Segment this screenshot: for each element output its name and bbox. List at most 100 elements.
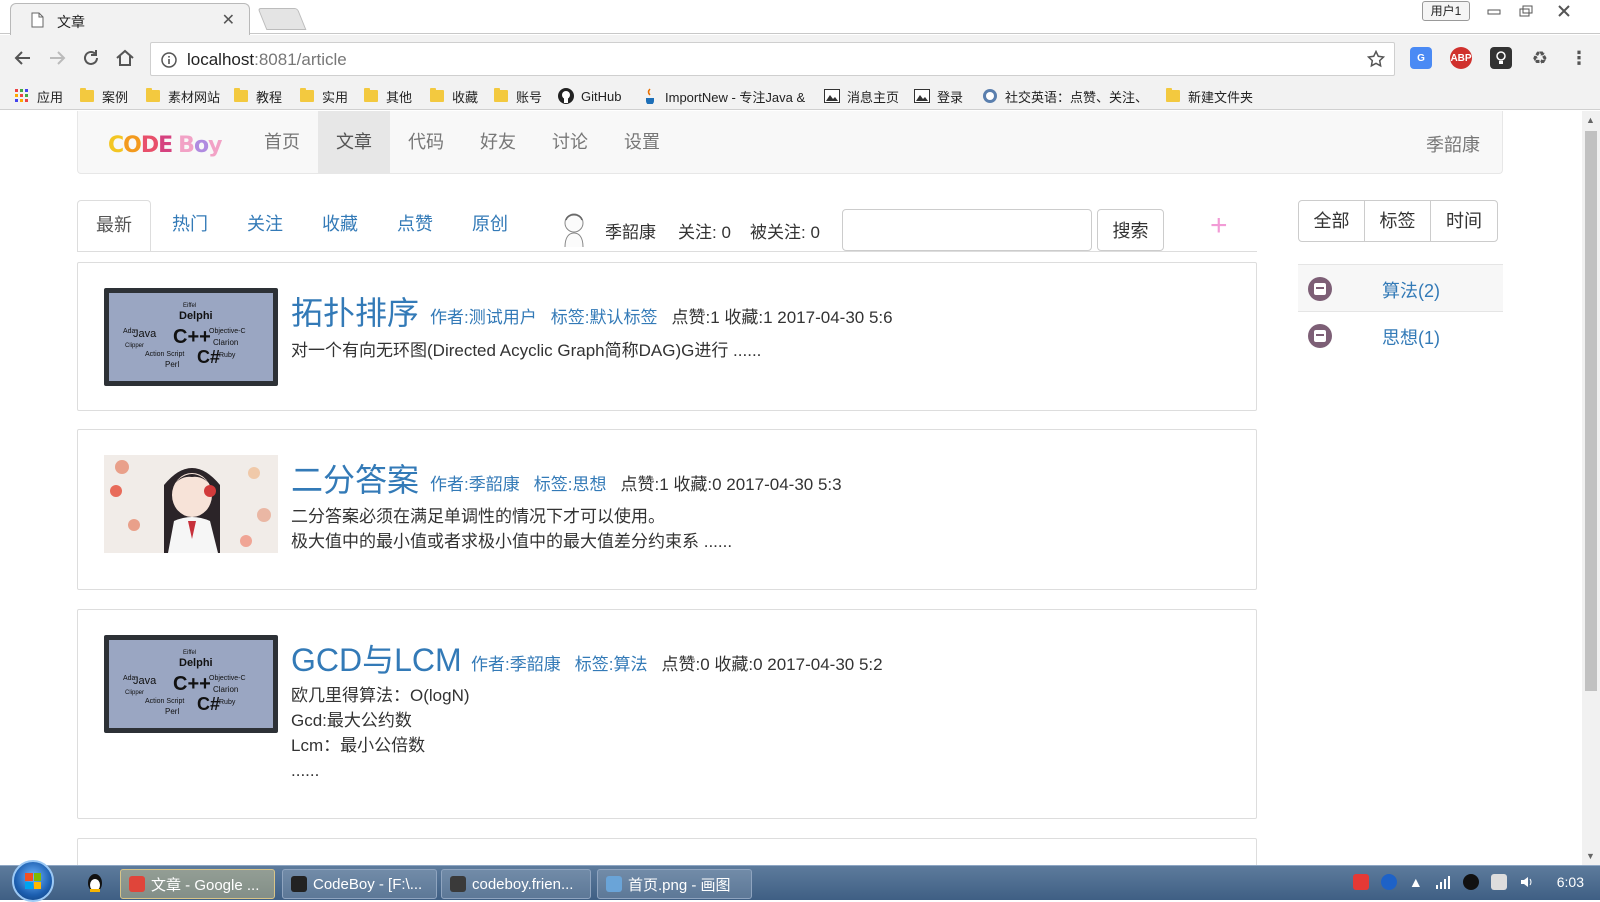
article-title[interactable]: 拓扑排序 <box>291 288 419 334</box>
followers-count[interactable]: 被关注: 0 <box>750 218 820 243</box>
page-content: CODE Boy 首页 文章 代码 好友 讨论 设置 季韶康 最新 热门 关注 收藏 点赞 原创 季… <box>0 111 1582 865</box>
language-wordcloud-image: Delphi Java C++ C# Objective-C Clarion Ruby Ada… <box>109 640 273 728</box>
url-text[interactable]: localhost:8081/article <box>187 50 347 70</box>
usb-device-icon[interactable] <box>1490 874 1507 890</box>
search-input[interactable] <box>842 209 1092 251</box>
article-tag[interactable]: 标签:思想 <box>534 475 607 494</box>
article-author[interactable]: 作者:季韶康 <box>471 655 561 674</box>
bookmark-star-icon[interactable] <box>1367 50 1385 68</box>
help-icon[interactable] <box>1380 874 1397 890</box>
nav-item[interactable]: 首页 <box>246 111 318 173</box>
article-card[interactable] <box>77 838 1257 865</box>
taskbar-item[interactable]: 首页.png - 画图 <box>597 869 752 899</box>
start-button[interactable] <box>12 860 54 902</box>
recycle-extension-icon[interactable]: ♻ <box>1529 47 1551 69</box>
back-icon[interactable] <box>12 47 34 69</box>
forward-icon[interactable] <box>46 47 68 69</box>
subtab-item[interactable]: 热门 <box>154 200 226 252</box>
nav-item[interactable]: 好友 <box>462 111 534 173</box>
search-button[interactable]: 搜索 <box>1097 209 1164 251</box>
article-author[interactable]: 作者:测试用户 <box>430 308 537 327</box>
bookmark-item[interactable]: 收藏 <box>430 86 478 106</box>
bookmark-item[interactable]: 消息主页 <box>824 86 899 106</box>
tag-item[interactable]: 算法(2) <box>1298 264 1503 311</box>
taskbar-item[interactable]: CodeBoy - [F:\... <box>282 869 437 899</box>
volume-icon[interactable] <box>1519 874 1535 890</box>
minimize-button[interactable] <box>1478 0 1510 22</box>
bookmark-item[interactable]: 素材网站 <box>146 86 220 106</box>
filter-button[interactable]: 标签 <box>1365 201 1431 241</box>
nav-user-name[interactable]: 季韶康 <box>1426 131 1480 157</box>
article-tag[interactable]: 标签:默认标签 <box>551 308 658 327</box>
nav-item[interactable]: 文章 <box>318 111 390 173</box>
taskbar-item[interactable]: codeboy.frien... <box>441 869 591 899</box>
filter-button[interactable]: 时间 <box>1431 201 1497 241</box>
subtab-item[interactable]: 最新 <box>77 200 151 252</box>
tab-close-icon[interactable]: ✕ <box>222 10 235 30</box>
info-icon[interactable] <box>161 52 177 68</box>
restore-button[interactable] <box>1510 0 1542 22</box>
page-scrollbar[interactable]: ▲ ▼ <box>1582 111 1600 865</box>
bookmark-item[interactable]: 教程 <box>234 86 282 106</box>
profile-button[interactable]: 用户1 <box>1422 1 1470 21</box>
lightbulb-extension-icon[interactable] <box>1490 47 1512 69</box>
qq-tray-icon[interactable] <box>1462 874 1479 890</box>
bookmark-item[interactable]: ImportNew - 专注Java & <box>642 86 805 106</box>
taskbar-item[interactable]: 文章 - Google ... <box>120 869 275 899</box>
bookmark-item[interactable]: 其他 <box>364 86 412 106</box>
article-thumbnail[interactable] <box>104 455 278 553</box>
adblock-extension-icon[interactable]: ABP <box>1450 47 1472 69</box>
bookmark-item[interactable]: 新建文件夹 <box>1166 86 1253 106</box>
bookmark-item[interactable]: 账号 <box>494 86 542 106</box>
subtab-item[interactable]: 点赞 <box>379 200 451 252</box>
article-card[interactable]: Delphi Java C++ C# Objective-C Clarion Ruby Ada… <box>77 262 1257 411</box>
home-icon[interactable] <box>114 47 136 69</box>
nav-item[interactable]: 讨论 <box>534 111 606 173</box>
site-logo[interactable]: CODE Boy <box>108 133 222 158</box>
user-avatar[interactable] <box>560 210 588 248</box>
scroll-down-arrow[interactable]: ▼ <box>1586 851 1595 861</box>
wordcloud-word: Ada <box>123 675 136 682</box>
browser-tab[interactable]: 文章 ✕ <box>10 3 250 35</box>
scroll-up-arrow[interactable]: ▲ <box>1586 115 1595 125</box>
article-title[interactable]: GCD与LCM <box>291 635 462 681</box>
subtab-item[interactable]: 收藏 <box>304 200 376 252</box>
translate-extension-icon[interactable]: G <box>1410 47 1432 69</box>
window-close-button[interactable] <box>1542 0 1586 22</box>
article-thumbnail[interactable]: Delphi Java C++ C# Objective-C Clarion Ruby Ada… <box>104 635 278 733</box>
article-card[interactable]: Delphi Java C++ C# Objective-C Clarion Ruby Ada… <box>77 609 1257 819</box>
article-tag[interactable]: 标签:算法 <box>575 655 648 674</box>
article-thumbnail[interactable]: Delphi Java C++ C# Objective-C Clarion Ruby Ada… <box>104 288 278 386</box>
add-article-button[interactable]: + <box>1210 211 1228 241</box>
bookmark-item[interactable]: GitHub <box>558 86 621 106</box>
bookmark-item[interactable]: 应用 <box>14 86 63 106</box>
tag-item[interactable]: 思想(1) <box>1298 311 1503 358</box>
bookmark-item[interactable]: 实用 <box>300 86 348 106</box>
subtab-item[interactable]: 关注 <box>229 200 301 252</box>
filter-button[interactable]: 全部 <box>1299 201 1365 241</box>
following-count[interactable]: 关注: 0 <box>678 218 731 243</box>
clock[interactable]: 6:03 <box>1557 874 1584 890</box>
bookmark-item[interactable]: 登录 <box>914 86 963 106</box>
bookmark-item[interactable]: 案例 <box>80 86 128 106</box>
tag-label[interactable]: 思想(1) <box>1382 324 1440 350</box>
article-card[interactable]: 二分答案 作者:季韶康 标签:思想 点赞:1 收藏:0 2017-04-30 5:3… <box>77 429 1257 590</box>
scroll-thumb[interactable] <box>1585 131 1597 691</box>
address-bar[interactable]: localhost:8081/article <box>150 42 1395 76</box>
tag-label[interactable]: 算法(2) <box>1382 277 1440 303</box>
tray-expand-icon[interactable]: ▲ <box>1409 874 1423 890</box>
qq-penguin-icon[interactable] <box>86 873 104 893</box>
subtab-item[interactable]: 原创 <box>454 200 526 252</box>
new-tab-button[interactable] <box>257 8 307 30</box>
nav-item[interactable]: 设置 <box>606 111 678 173</box>
bookmarks-bar: 应用 案例 素材网站 教程 实用 其他 收藏 账号 GitHub ImportNew - 专注Ja… <box>0 81 1600 110</box>
nav-item[interactable]: 代码 <box>390 111 462 173</box>
bookmark-item[interactable]: 社交英语：点赞、关注、 <box>982 86 1148 106</box>
input-method-icon[interactable] <box>1352 874 1369 890</box>
menu-icon[interactable]: ⋮ <box>1568 47 1590 69</box>
network-signal-icon[interactable] <box>1435 875 1451 889</box>
reload-icon[interactable] <box>80 47 102 69</box>
article-title[interactable]: 二分答案 <box>291 455 419 501</box>
profile-name[interactable]: 季韶康 <box>605 218 656 243</box>
article-author[interactable]: 作者:季韶康 <box>430 475 520 494</box>
